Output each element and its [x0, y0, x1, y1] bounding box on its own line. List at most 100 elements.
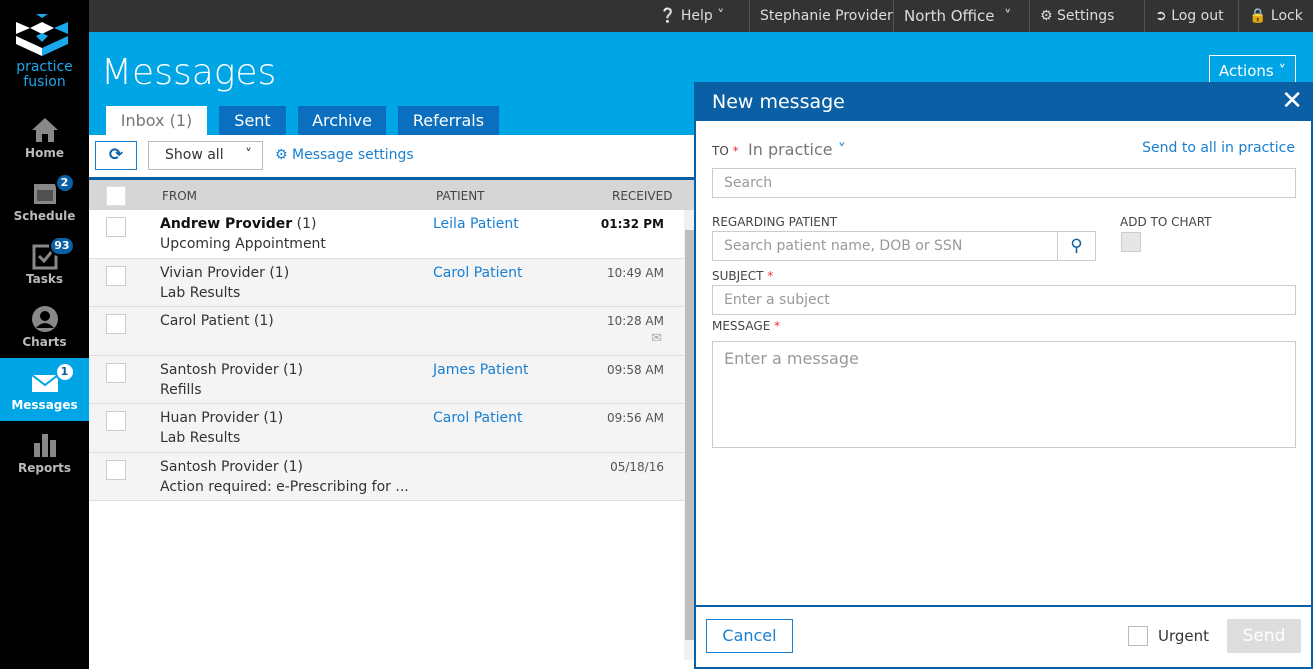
table-row[interactable]: Santosh Provider (1) Action required: e-…	[89, 452, 684, 501]
office-select[interactable]: North Office ˅	[893, 0, 1022, 32]
from-cell: Santosh Provider (1)	[160, 459, 303, 475]
sidebar-item-tasks[interactable]: 93 Tasks	[0, 232, 89, 295]
close-icon[interactable]: ✕	[1281, 82, 1303, 121]
patient-search-input[interactable]: Search patient name, DOB or SSN ⚲	[712, 231, 1096, 261]
message-textarea[interactable]: Enter a message	[712, 341, 1296, 448]
patient-search-placeholder: Search patient name, DOB or SSN	[724, 238, 963, 254]
new-message-dialog: New message ✕ TO * In practice ˅ Send to …	[694, 82, 1313, 669]
filter-label: Show all	[165, 147, 224, 163]
sidebar-item-charts[interactable]: Charts	[0, 295, 89, 358]
table-row[interactable]: Carol Patient (1) 10:28 AM ✉	[89, 307, 684, 356]
send-button[interactable]: Send	[1227, 619, 1301, 653]
row-checkbox[interactable]	[106, 411, 126, 431]
patient-link[interactable]: Leila Patient	[433, 216, 519, 232]
subject-input[interactable]: Enter a subject	[712, 285, 1296, 315]
calendar-icon: 2	[31, 173, 75, 207]
sidebar: practice fusion Home 2 Schedule 93 Tasks Ch…	[0, 0, 89, 669]
practice-fusion-logo	[16, 14, 68, 56]
tab-archive[interactable]: Archive	[298, 106, 386, 135]
message-list: Andrew Provider (1) Upcoming Appointment…	[89, 210, 684, 501]
lock-link[interactable]: 🔒 Lock	[1238, 0, 1313, 32]
chevron-down-icon: ˅	[837, 140, 846, 159]
dialog-footer: Cancel Urgent Send	[696, 605, 1311, 667]
send-to-all-link[interactable]: Send to all in practice	[1142, 140, 1295, 156]
table-row[interactable]: Huan Provider (1) Lab Results Carol Pati…	[89, 404, 684, 453]
gear-icon: ⚙	[275, 147, 288, 163]
table-row[interactable]: Vivian Provider (1) Lab Results Carol Pa…	[89, 258, 684, 307]
message-count: (1)	[278, 361, 303, 378]
envelope-icon: 1	[30, 362, 75, 396]
select-all-checkbox[interactable]	[106, 186, 126, 206]
scrollbar-thumb[interactable]	[685, 230, 694, 640]
subject-cell: Refills	[160, 381, 202, 398]
patient-link[interactable]: James Patient	[433, 362, 528, 378]
settings-label: Settings	[1057, 8, 1115, 24]
dialog-header: New message ✕	[696, 82, 1311, 121]
sidebar-item-messages[interactable]: 1 Messages	[0, 358, 89, 421]
subject-label: SUBJECT	[712, 269, 764, 283]
patient-link[interactable]: Carol Patient	[433, 410, 522, 426]
help-menu[interactable]: ❔ Help ˅	[649, 0, 734, 32]
subject-cell: Lab Results	[160, 430, 241, 446]
nav-label: Home	[25, 146, 64, 160]
sender-name: Santosh Provider	[160, 458, 279, 475]
logout-label: Log out	[1171, 8, 1224, 24]
settings-link[interactable]: ⚙ Settings	[1029, 0, 1124, 32]
lock-label: Lock	[1270, 8, 1303, 24]
received-cell: 01:32 PM	[600, 217, 664, 231]
nav-label: Reports	[17, 461, 71, 475]
recipient-search-input[interactable]: Search	[712, 168, 1296, 198]
table-row[interactable]: Andrew Provider (1) Upcoming Appointment…	[89, 210, 684, 259]
message-count: (1)	[264, 264, 290, 281]
row-checkbox[interactable]	[106, 265, 126, 286]
from-cell: Vivian Provider (1)	[160, 265, 289, 281]
office-label: North Office	[904, 7, 995, 25]
add-to-chart-checkbox[interactable]	[1121, 232, 1141, 252]
received-cell: 10:49 AM	[607, 265, 664, 280]
tasks-icon: 93	[31, 236, 75, 270]
required-mark: *	[774, 319, 781, 333]
sender-name: Santosh Provider	[160, 361, 279, 378]
received-cell: 05/18/16	[610, 459, 664, 474]
sidebar-item-reports[interactable]: Reports	[0, 421, 89, 484]
tasks-badge: 93	[49, 236, 75, 256]
table-row[interactable]: Santosh Provider (1) Refills James Patie…	[89, 355, 684, 404]
logo-text: practice fusion	[16, 59, 73, 90]
page-title: Messages	[101, 52, 277, 93]
from-cell: Andrew Provider (1)	[160, 216, 316, 232]
message-label: MESSAGE	[712, 319, 771, 333]
to-scope-select[interactable]: In practice ˅	[748, 140, 846, 159]
row-checkbox[interactable]	[106, 217, 126, 237]
required-mark: *	[732, 144, 739, 158]
row-checkbox[interactable]	[106, 314, 126, 334]
filter-select[interactable]: Show all ˅	[148, 141, 263, 170]
nav-label: Messages	[11, 398, 78, 412]
tab-referrals[interactable]: Referrals	[398, 106, 499, 135]
message-count: (1)	[278, 458, 303, 475]
search-icon[interactable]: ⚲	[1057, 232, 1095, 260]
cancel-button[interactable]: Cancel	[706, 619, 793, 653]
received-cell: 09:58 AM	[607, 362, 664, 377]
schedule-badge: 2	[54, 173, 75, 193]
row-checkbox[interactable]	[106, 362, 126, 383]
message-settings-label: Message settings	[292, 147, 414, 163]
gear-icon: ⚙	[1040, 8, 1053, 24]
messages-badge: 1	[54, 362, 75, 382]
tab-inbox[interactable]: Inbox (1)	[106, 106, 207, 135]
sidebar-item-schedule[interactable]: 2 Schedule	[0, 169, 89, 232]
refresh-button[interactable]: ⟳	[95, 141, 137, 170]
person-icon	[31, 305, 59, 333]
urgent-checkbox[interactable]	[1128, 626, 1148, 646]
col-patient: PATIENT	[436, 189, 485, 203]
from-cell: Huan Provider (1)	[160, 410, 283, 426]
logout-link[interactable]: ➲ Log out	[1144, 0, 1234, 32]
patient-link[interactable]: Carol Patient	[433, 265, 522, 281]
subject-cell: Action required: e-Prescribing for ...	[160, 478, 409, 495]
nav-label: Charts	[22, 335, 67, 349]
regarding-label: REGARDING PATIENT	[712, 215, 838, 229]
from-cell: Carol Patient (1)	[160, 313, 274, 329]
message-settings-link[interactable]: ⚙ Message settings	[275, 147, 414, 163]
tab-sent[interactable]: Sent	[219, 106, 286, 135]
row-checkbox[interactable]	[106, 459, 126, 480]
sidebar-item-home[interactable]: Home	[0, 106, 89, 169]
